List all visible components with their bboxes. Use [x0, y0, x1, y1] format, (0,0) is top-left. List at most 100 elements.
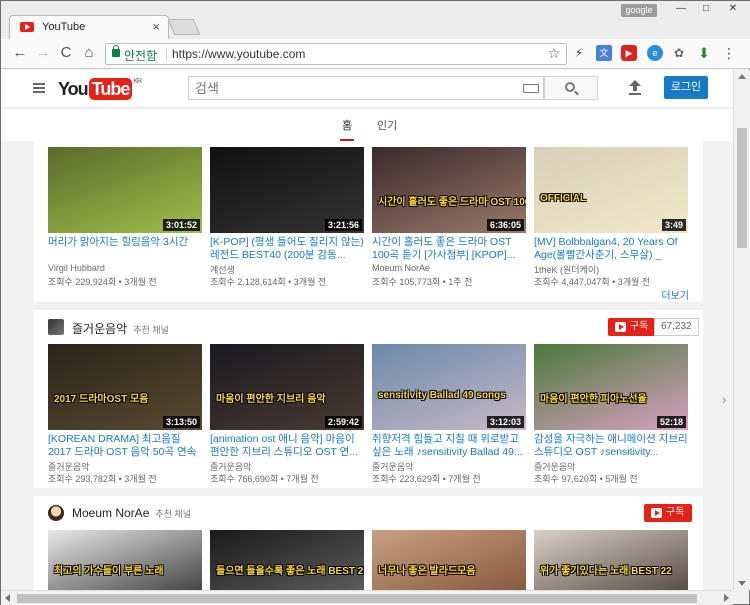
logo-region: KR [133, 78, 142, 85]
tab-close-icon[interactable]: × [152, 19, 160, 34]
lightning-extension-icon[interactable]: ⚡ [571, 45, 587, 61]
translate-extension-icon[interactable]: 文 [596, 45, 612, 61]
thumbnail-overlay-text: sensitivity Ballad 49 songs [378, 390, 506, 401]
masthead: YouTubeKR 로그인 [1, 70, 733, 108]
video-duration: 52:18 [656, 416, 686, 428]
video-thumbnail[interactable]: 3:01:52 [48, 147, 202, 233]
video-channel[interactable]: Moeum NorAe [372, 263, 430, 273]
video-title[interactable]: [KOREAN DRAMA] 최고음질 2017 드라마 OST 음악 50곡 … [48, 433, 202, 459]
tab-strip: YouTube × google — □ ✕ [1, 1, 750, 39]
video-duration: 3:49 [661, 219, 686, 231]
thumbnail-overlay-text: 최고의 가수들이 부른 노래 [54, 566, 164, 577]
scroll-down-icon[interactable] [738, 581, 746, 586]
tab-home[interactable]: 홈 [339, 117, 355, 142]
video-title[interactable]: 시간이 흘러도 좋은 드라마 OST 100곡 듣기 [가사첨부] [KPOP]… [372, 236, 526, 262]
menu-icon[interactable]: ⋮ [721, 45, 737, 61]
video-thumbnail[interactable]: 위가 좋기있다는 노래 BEST 22 [534, 530, 688, 590]
video-title[interactable]: [K-POP] (평생 들어도 질리지 않는) 레전드 BEST40 (200분… [210, 236, 364, 262]
video-duration: 2:59:42 [324, 416, 362, 428]
search-input[interactable] [189, 77, 489, 99]
address-bar[interactable]: 안전함 https://www.youtube.com ☆ [105, 43, 567, 65]
scroll-left-icon[interactable] [5, 594, 10, 602]
browser-window: YouTube × google — □ ✕ ← → C ⌂ 안전함 https… [0, 0, 750, 605]
video-extension-icon[interactable]: ▶ [621, 45, 637, 61]
profile-label[interactable]: google [621, 4, 657, 17]
shelf-recommended: 3:01:52 머리가 맑아지는 힐링음악 3시간 Virgil Hubbard 조회… [34, 141, 703, 302]
video-meta: 조회수 2,128,614회 • 3개월 전 [210, 277, 327, 287]
horizontal-scrollbar[interactable] [1, 590, 733, 605]
vertical-scrollbar[interactable] [733, 70, 750, 590]
forward-button[interactable]: → [34, 44, 52, 61]
channel-name[interactable]: 즐거운음악 추천 채널 [72, 320, 169, 337]
url-text[interactable]: https://www.youtube.com [172, 47, 305, 61]
video-meta: 조회수 4,447,047회 • 3개월 전 [534, 277, 651, 287]
subscribe-button[interactable]: 구독 [644, 504, 693, 522]
back-button[interactable]: ← [11, 44, 29, 61]
download-extension-icon[interactable]: ⬇ [696, 45, 712, 61]
youtube-page: YouTubeKR 로그인 홈 인기 3:01:52 머리가 맑아지는 힐링음악 … [1, 70, 733, 590]
video-thumbnail[interactable]: 최고의 가수들이 부른 노래 [48, 530, 202, 590]
search-icon [565, 82, 575, 92]
video-duration: 3:21:56 [324, 219, 362, 231]
thumbnail-overlay-text: 너무나 좋은 발라드모음 [378, 566, 476, 577]
video-title[interactable]: 감성을 자극하는 애니메이션 지브리 스튜디오 OST ♪sensitivity… [534, 433, 688, 459]
video-thumbnail[interactable]: 너무나 좋은 발라드모음 [372, 530, 526, 590]
video-meta: 조회수 223,629회 • 7개월 전 [372, 474, 481, 484]
tab-trending[interactable]: 인기 [377, 117, 397, 133]
thumbnail-overlay-text: OFFICIAL [540, 193, 587, 204]
keyboard-icon[interactable] [523, 84, 539, 93]
thumbnail-overlay-text: 시간이 흘러도 좋은 드라마 OST 100곡 [378, 197, 526, 208]
thumbnail-overlay-text: 마음이 편안한 지브리 음악 [216, 394, 326, 405]
video-meta: 조회수 229,924회 • 3개월 전 [48, 277, 157, 287]
more-link[interactable]: 더보기 [661, 287, 689, 302]
subscribe-button[interactable]: 구독 [608, 318, 657, 336]
home-button[interactable]: ⌂ [80, 44, 98, 61]
thumbnail-overlay-text: 위가 좋기있다는 노래 BEST 22 [540, 566, 672, 577]
feed-tabs: 홈 인기 [1, 109, 733, 142]
scroll-thumb[interactable] [17, 594, 697, 603]
video-thumbnail[interactable]: 들으면 들을수록 좋은 노래 BEST 20 [210, 530, 364, 590]
video-title[interactable]: 취향저격 힘들고 지칠 때 위로받고 싶은 노래 ♪sensitivity Ba… [372, 433, 526, 459]
secure-label: 안전함 [124, 49, 158, 63]
thumbnail-overlay-text: 들으면 들을수록 좋은 노래 BEST 20 [216, 566, 364, 577]
close-window-button[interactable]: ✕ [721, 2, 745, 16]
video-thumbnail[interactable]: 3:21:56 [210, 147, 364, 233]
login-button[interactable]: 로그인 [664, 76, 708, 99]
video-title[interactable]: [MV] Bolbbalgan4, 20 Years Of Age(볼빨간사춘기… [534, 236, 688, 262]
video-thumbnail[interactable]: 2017 드라마OST 모음 3:13:50 [48, 344, 202, 430]
upload-icon[interactable] [629, 80, 641, 96]
youtube-logo[interactable]: You Tube KR [58, 78, 142, 100]
scroll-up-icon[interactable] [738, 74, 746, 79]
browser-toolbar: ← → C ⌂ 안전함 https://www.youtube.com ☆ ⚡ … [1, 39, 750, 69]
next-arrow-icon[interactable]: › [722, 392, 726, 407]
tab-title: YouTube [42, 21, 86, 33]
thumbnail-overlay-text: 2017 드라마OST 모음 [54, 394, 149, 405]
maximize-button[interactable]: □ [694, 2, 718, 16]
scroll-thumb[interactable] [737, 128, 747, 248]
shelf-channel-1: 즐거운음악 추천 채널 구독 67,232 2017 드라마OST 모음 3:13:… [34, 310, 726, 488]
video-duration: 3:12:03 [486, 416, 524, 428]
video-thumbnail[interactable]: 시간이 흘러도 좋은 드라마 OST 100곡 6:36:05 [372, 147, 526, 233]
scroll-right-icon[interactable] [724, 594, 729, 602]
video-meta: 조회수 766,690회 • 7개월 전 [210, 474, 319, 484]
video-thumbnail[interactable]: sensitivity Ballad 49 songs 3:12:03 [372, 344, 526, 430]
video-title[interactable]: [animation ost 애니 음악] 마음이 편안한 지브리 스튜디오 O… [210, 433, 364, 459]
video-thumbnail[interactable]: 마음이 편안한 지브리 음악 2:59:42 [210, 344, 364, 430]
puzzle-extension-icon[interactable]: ✿ [671, 45, 687, 61]
minimize-button[interactable]: — [669, 2, 693, 16]
channel-avatar[interactable] [48, 505, 64, 521]
reload-button[interactable]: C [57, 44, 75, 61]
bookmark-star-icon[interactable]: ☆ [547, 45, 560, 62]
channel-avatar[interactable] [48, 319, 64, 335]
globe-extension-icon[interactable]: e [647, 45, 663, 61]
video-channel[interactable]: Virgil Hubbard [48, 263, 105, 273]
channel-name[interactable]: Moeum NorAe 추천 채널 [72, 506, 191, 520]
video-title[interactable]: 머리가 맑아지는 힐링음악 3시간 [48, 236, 202, 262]
tab-youtube[interactable]: YouTube × [9, 15, 169, 39]
guide-menu-icon[interactable] [33, 83, 45, 93]
search-button[interactable] [544, 76, 598, 100]
youtube-favicon-icon [20, 22, 34, 32]
video-thumbnail[interactable]: OFFICIAL 3:49 [534, 147, 688, 233]
new-tab-button[interactable] [167, 19, 201, 35]
video-thumbnail[interactable]: 마음이 편안한 피아노선율 52:18 [534, 344, 688, 430]
